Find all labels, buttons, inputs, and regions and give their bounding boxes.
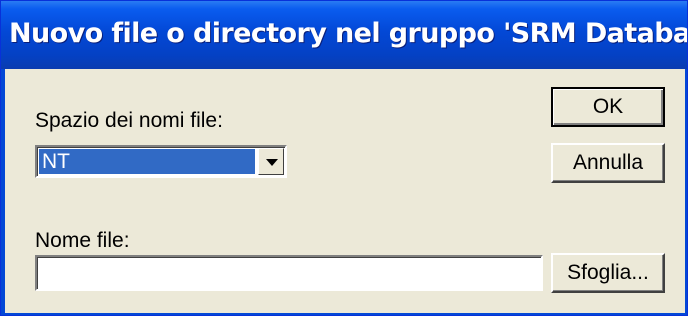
dialog-window: Nuovo file o directory nel gruppo 'SRM D… — [0, 0, 688, 316]
title-bar[interactable]: Nuovo file o directory nel gruppo 'SRM D… — [1, 1, 688, 69]
filename-label: Nome file: — [35, 229, 130, 252]
namespace-selected-value: NT — [39, 149, 255, 174]
dialog-body: Spazio dei nomi file: NT Nome file: OK A… — [1, 69, 687, 315]
browse-button[interactable]: Sfoglia... — [551, 253, 665, 293]
dropdown-button[interactable] — [258, 148, 284, 175]
ok-button[interactable]: OK — [551, 87, 665, 127]
cancel-button[interactable]: Annulla — [551, 143, 665, 183]
filename-input[interactable] — [35, 255, 543, 291]
window-title: Nuovo file o directory nel gruppo 'SRM D… — [9, 18, 688, 49]
chevron-down-icon — [266, 159, 278, 166]
namespace-dropdown[interactable]: NT — [35, 145, 287, 178]
namespace-label: Spazio dei nomi file: — [35, 109, 223, 132]
